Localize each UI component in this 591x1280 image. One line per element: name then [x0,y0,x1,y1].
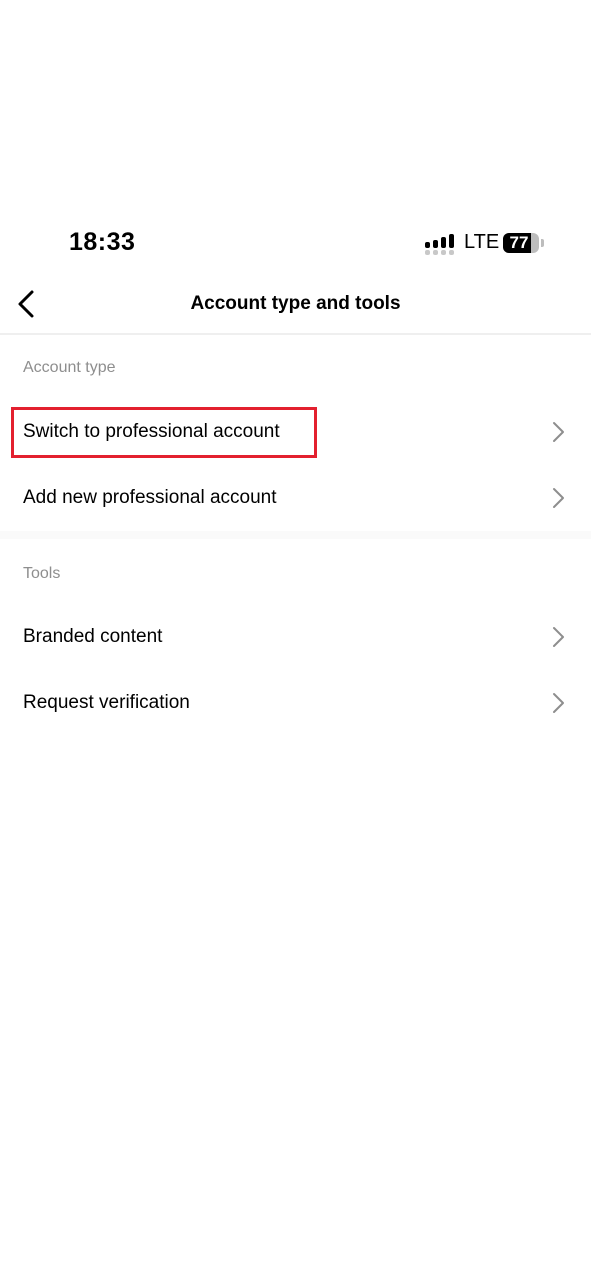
list-item-add-new-professional[interactable]: Add new professional account [0,468,591,528]
list-item-request-verification[interactable]: Request verification [0,673,591,733]
nav-bar: Account type and tools [0,276,591,335]
battery-level: 77 [509,233,529,252]
battery-icon: 77 [503,233,544,253]
section-label-tools: Tools [23,565,61,582]
section-label-account-type: Account type [23,359,116,376]
page-title: Account type and tools [190,293,401,314]
list-item-switch-to-professional[interactable]: Switch to professional account [0,402,591,462]
chevron-right-icon [553,693,564,713]
signal-icon [425,234,454,255]
list-item-label: Request verification [23,692,190,713]
list-item-label: Branded content [23,626,163,647]
list-item-label: Switch to professional account [23,421,280,442]
list-item-branded-content[interactable]: Branded content [0,607,591,667]
list-item-label: Add new professional account [23,487,277,508]
status-bar: 18:33 LTE 77 [0,222,591,266]
network-type: LTE [464,231,500,253]
chevron-right-icon [553,488,564,508]
section-divider [0,531,591,539]
chevron-right-icon [553,422,564,442]
chevron-right-icon [553,627,564,647]
status-time: 18:33 [69,228,136,256]
